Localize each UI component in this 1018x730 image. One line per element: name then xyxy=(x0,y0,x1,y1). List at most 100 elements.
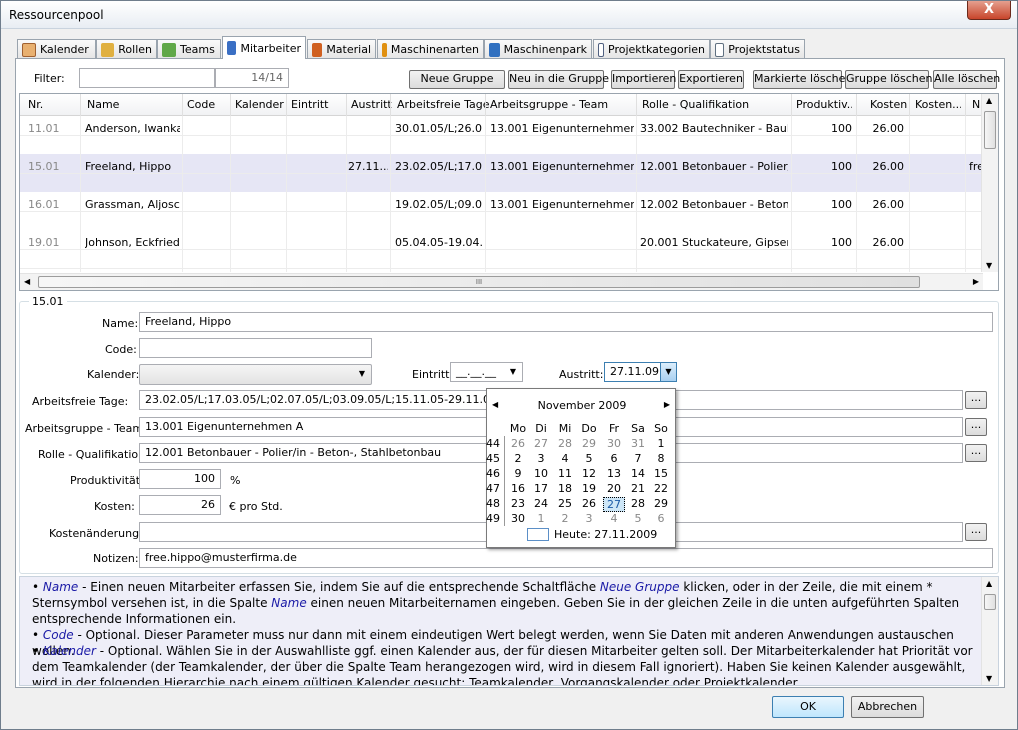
cell-rolle[interactable]: 12.001 Betonbauer - Polier/i... xyxy=(640,160,788,173)
new-in-group-button[interactable]: Neu in die Gruppe xyxy=(508,70,609,89)
cell-name[interactable]: Johnson, Eckfried xyxy=(85,236,180,249)
calendar-day[interactable]: 6 xyxy=(603,452,625,465)
cell-prod[interactable]: 100 xyxy=(795,198,852,211)
grid-horizontal-scrollbar[interactable]: ◀ III ▶ xyxy=(20,273,983,290)
name-field[interactable]: Freeland, Hippo xyxy=(139,312,993,332)
calendar-day[interactable]: 22 xyxy=(650,482,672,495)
calendar-day[interactable]: 10 xyxy=(530,467,552,480)
calendar-day[interactable]: 5 xyxy=(627,512,649,525)
cell-team[interactable]: 13.001 Eigenunternehmen A xyxy=(490,122,634,135)
cell-team[interactable]: 13.001 Eigenunternehmen A xyxy=(490,160,634,173)
calendar-day[interactable]: 31 xyxy=(627,437,649,450)
col-header-name[interactable]: Name xyxy=(87,98,119,111)
col-header-notizen[interactable]: N xyxy=(972,98,980,111)
kosten-field[interactable]: 26 xyxy=(139,495,221,515)
scroll-thumb[interactable] xyxy=(984,111,996,149)
calendar-day[interactable]: 15 xyxy=(650,467,672,480)
calendar-day[interactable]: 26 xyxy=(507,437,529,450)
col-header-team[interactable]: Arbeitsgruppe - Team xyxy=(490,98,608,111)
calendar-day[interactable]: 21 xyxy=(627,482,649,495)
next-month-icon[interactable]: ▶ xyxy=(664,400,670,409)
calendar-day[interactable]: 4 xyxy=(603,512,625,525)
calendar-day[interactable]: 27 xyxy=(603,497,625,512)
col-header-kalender[interactable]: Kalender xyxy=(235,98,284,111)
ok-button[interactable]: OK xyxy=(772,696,844,718)
tab-projektkategorien[interactable]: Projektkategorien xyxy=(593,39,710,59)
calendar-day[interactable]: 8 xyxy=(650,452,672,465)
scroll-up-icon[interactable]: ▲ xyxy=(986,579,992,588)
cell-kosten[interactable]: 26.00 xyxy=(860,236,905,249)
tab-mitarbeiter[interactable]: Mitarbeiter xyxy=(222,36,306,59)
cell-frei[interactable]: 23.02.05/L;17.0... xyxy=(395,160,483,173)
calendar-day[interactable]: 28 xyxy=(627,497,649,510)
tab-kalender[interactable]: Kalender xyxy=(17,39,96,59)
cell-rolle[interactable]: 33.002 Bautechniker - Baulei... xyxy=(640,122,788,135)
col-header-kostenaenderung[interactable]: Kosten... xyxy=(915,98,961,111)
tab-teams[interactable]: Teams xyxy=(157,39,221,59)
delete-marked-button[interactable]: Markierte löschen xyxy=(753,70,852,89)
cell-team[interactable]: 13.001 Eigenunternehmen A xyxy=(490,198,634,211)
calendar-day[interactable]: 3 xyxy=(578,512,600,525)
calendar-day[interactable]: 12 xyxy=(578,467,600,480)
calendar-day[interactable]: 3 xyxy=(530,452,552,465)
calendar-day[interactable]: 1 xyxy=(530,512,552,525)
eintritt-date-picker[interactable]: __.__.__ ▼ xyxy=(450,362,523,382)
cell-name[interactable]: Freeland, Hippo xyxy=(85,160,180,173)
today-link[interactable]: Heute: 27.11.2009 xyxy=(554,528,657,541)
calendar-day[interactable]: 30 xyxy=(603,437,625,450)
code-field[interactable] xyxy=(139,338,372,358)
cell-frei[interactable]: 19.02.05/L;09.0... xyxy=(395,198,483,211)
date-picker-calendar[interactable]: ◀ November 2009 ▶ Mo Di Mi Do Fr Sa So 44 26 27 28… xyxy=(486,388,676,548)
tab-projektstatus[interactable]: Projektstatus xyxy=(710,39,805,59)
filter-input[interactable] xyxy=(79,68,215,88)
calendar-day[interactable]: 13 xyxy=(603,467,625,480)
calendar-month-title[interactable]: November 2009 xyxy=(487,399,677,412)
col-header-code[interactable]: Code xyxy=(187,98,215,111)
kalender-select[interactable]: ▼ xyxy=(139,364,372,385)
kostenaenderung-browse-button[interactable]: ... xyxy=(965,523,987,541)
scroll-down-icon[interactable]: ▼ xyxy=(986,261,992,270)
tab-material[interactable]: Material xyxy=(307,39,376,59)
cell-kosten[interactable]: 26.00 xyxy=(860,198,905,211)
calendar-day[interactable]: 2 xyxy=(507,452,529,465)
chevron-down-icon[interactable]: ▼ xyxy=(506,365,520,379)
col-header-produktiv[interactable]: Produktiv... xyxy=(796,98,852,111)
cell-rolle[interactable]: 12.002 Betonbauer - Beton- ... xyxy=(640,198,788,211)
cancel-button[interactable]: Abbrechen xyxy=(851,696,924,718)
calendar-day[interactable]: 1 xyxy=(650,437,672,450)
arbeitsfreie-tage-browse-button[interactable]: ... xyxy=(965,391,987,409)
calendar-day[interactable]: 30 xyxy=(507,512,529,525)
cell-kosten[interactable]: 26.00 xyxy=(860,122,905,135)
rolle-browse-button[interactable]: ... xyxy=(965,444,987,462)
new-group-button[interactable]: Neue Gruppe xyxy=(409,70,505,89)
delete-all-button[interactable]: Alle löschen xyxy=(933,70,1000,89)
calendar-day[interactable]: 20 xyxy=(603,482,625,495)
chevron-down-icon[interactable]: ▼ xyxy=(355,367,369,381)
austritt-date-picker[interactable]: 27.11.09 ▼ xyxy=(604,362,677,382)
cell-frei[interactable]: 30.01.05/L;26.0... xyxy=(395,122,483,135)
calendar-day[interactable]: 17 xyxy=(530,482,552,495)
col-header-rolle[interactable]: Rolle - Qualifikation xyxy=(642,98,749,111)
calendar-day[interactable]: 6 xyxy=(650,512,672,525)
scroll-thumb[interactable]: III xyxy=(38,276,920,288)
cell-kosten[interactable]: 26.00 xyxy=(860,160,905,173)
title-bar[interactable]: Ressourcenpool X xyxy=(1,1,1017,29)
delete-group-button[interactable]: Gruppe löschen xyxy=(845,70,933,89)
tab-rollen[interactable]: Rollen xyxy=(96,39,157,59)
calendar-day[interactable]: 4 xyxy=(554,452,576,465)
grid-vertical-scrollbar[interactable]: ▲ ▼ xyxy=(981,94,998,272)
calendar-day[interactable]: 27 xyxy=(530,437,552,450)
scroll-left-icon[interactable]: ◀ xyxy=(24,277,30,286)
cell-name[interactable]: Grassman, Aljosc... xyxy=(85,198,180,211)
calendar-day[interactable]: 28 xyxy=(554,437,576,450)
scroll-up-icon[interactable]: ▲ xyxy=(986,96,992,105)
calendar-day[interactable]: 18 xyxy=(554,482,576,495)
chevron-down-icon[interactable]: ▼ xyxy=(660,363,676,381)
calendar-day[interactable]: 24 xyxy=(530,497,552,510)
col-header-eintritt[interactable]: Eintritt xyxy=(291,98,329,111)
calendar-day[interactable]: 9 xyxy=(507,467,529,480)
cell-rolle[interactable]: 20.001 Stuckateure, Gipser, ... xyxy=(640,236,788,249)
calendar-day[interactable]: 23 xyxy=(507,497,529,510)
export-button[interactable]: Exportieren xyxy=(678,70,744,89)
col-header-arbeitsfreie-tage[interactable]: Arbeitsfreie Tage xyxy=(397,98,490,111)
